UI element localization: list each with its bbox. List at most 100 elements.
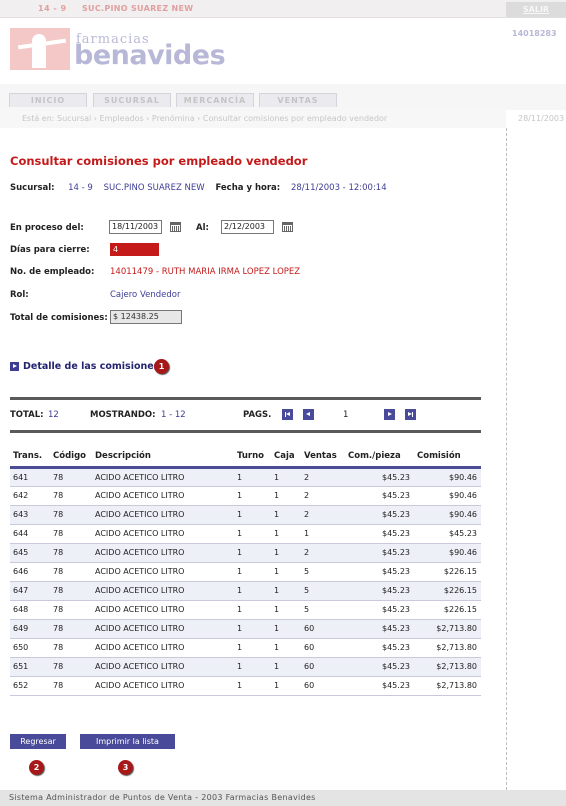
col-com-pieza: Com./pieza <box>348 451 401 462</box>
date-from-field[interactable]: 18/11/2003 <box>109 220 162 234</box>
table-cell: 2 <box>301 467 345 487</box>
tab-mercancia[interactable]: MERCANCÍA <box>176 93 254 107</box>
logo-big-text: benavides <box>74 40 226 71</box>
rule-bottom <box>10 430 481 433</box>
table-cell: $2,713.80 <box>414 676 481 696</box>
total-value: 12 <box>48 410 59 420</box>
table-cell: $45.23 <box>345 676 414 696</box>
current-page: 1 <box>343 410 349 420</box>
table-cell: 1 <box>234 581 271 601</box>
regresar-button[interactable]: Regresar <box>10 734 66 749</box>
calendar-icon[interactable] <box>282 222 293 232</box>
detail-link[interactable]: Detalle de las comisiones <box>10 359 159 373</box>
table-cell: 651 <box>10 657 50 677</box>
table-row: 648 78 ACIDO ACETICO LITRO 1 1 5 $45.23 $226.15 <box>10 600 481 620</box>
total-comisiones-field: $ 12438.25 <box>110 310 182 324</box>
table-cell: $45.23 <box>345 543 414 563</box>
table-cell: $45.23 <box>345 619 414 639</box>
rol-value: Cajero Vendedor <box>110 290 181 300</box>
table-cell: $90.46 <box>414 505 481 525</box>
col-codigo: Código <box>53 451 86 462</box>
table-cell: 78 <box>50 562 92 582</box>
table-cell: 1 <box>271 543 301 563</box>
col-descripcion: Descripción <box>95 451 151 462</box>
date-to-field[interactable]: 2/12/2003 <box>221 220 274 234</box>
table-cell: $45.23 <box>345 524 414 544</box>
table-row: 642 78 ACIDO ACETICO LITRO 1 1 2 $45.23 $90.46 <box>10 486 481 506</box>
table-cell: $90.46 <box>414 467 481 487</box>
table-cell: ACIDO ACETICO LITRO <box>92 486 234 506</box>
first-page-icon[interactable] <box>282 409 293 420</box>
table-cell: 1 <box>271 486 301 506</box>
table-cell: $45.23 <box>345 505 414 525</box>
table-cell: ACIDO ACETICO LITRO <box>92 581 234 601</box>
dias-cierre-field: 4 <box>110 243 159 256</box>
table-cell: 1 <box>271 467 301 487</box>
table-cell: 60 <box>301 619 345 639</box>
table-cell: 649 <box>10 619 50 639</box>
logo: farmacias benavides <box>10 28 226 74</box>
table-cell: 78 <box>50 524 92 544</box>
next-page-icon[interactable] <box>384 409 395 420</box>
sucursal-name: SUC.PINO SUAREZ NEW <box>103 183 205 193</box>
page-title: Consultar comisiones por empleado vended… <box>10 154 308 168</box>
table-cell: 2 <box>301 505 345 525</box>
table-cell: ACIDO ACETICO LITRO <box>92 676 234 696</box>
table-cell: $45.23 <box>345 486 414 506</box>
store-info: Sucursal: 14 - 9 SUC.PINO SUAREZ NEW Fec… <box>10 183 387 193</box>
table-cell: 78 <box>50 638 92 658</box>
pags-label: PAGS. <box>243 410 272 420</box>
mostrando-value: 1 - 12 <box>161 410 186 420</box>
total-label: Total de comisiones: <box>10 313 108 323</box>
prev-page-icon[interactable] <box>303 409 314 420</box>
tab-sucursal[interactable]: SUCURSAL <box>93 93 171 107</box>
table-row: 650 78 ACIDO ACETICO LITRO 1 1 60 $45.23 $2,713… <box>10 638 481 658</box>
tab-inicio[interactable]: INICIO <box>9 93 87 107</box>
table-row: 649 78 ACIDO ACETICO LITRO 1 1 60 $45.23 $2,713… <box>10 619 481 639</box>
table-cell: 78 <box>50 676 92 696</box>
badge-3: 3 <box>118 760 133 775</box>
table-cell: 2 <box>301 543 345 563</box>
sucursal-code: 14 - 9 <box>68 183 93 193</box>
table-header-row: Trans. Código Descripción Turno Caja Ven… <box>10 447 481 467</box>
table-cell: 1 <box>234 543 271 563</box>
table-cell: 648 <box>10 600 50 620</box>
table-cell: ACIDO ACETICO LITRO <box>92 638 234 658</box>
imprimir-button[interactable]: Imprimir la lista <box>80 734 175 749</box>
total-label: TOTAL: <box>10 410 44 420</box>
table-cell: $226.15 <box>414 581 481 601</box>
logout-button[interactable]: SALIR <box>506 2 566 17</box>
col-ventas: Ventas <box>304 451 337 462</box>
pager: TOTAL: 12 MOSTRANDO: 1 - 12 PAGS. 1 <box>10 409 481 423</box>
table-cell: $45.23 <box>345 657 414 677</box>
table-cell: ACIDO ACETICO LITRO <box>92 543 234 563</box>
table-cell: ACIDO ACETICO LITRO <box>92 600 234 620</box>
mostrando-label: MOSTRANDO: <box>90 410 156 420</box>
header-date: 28/11/2003 <box>518 114 565 123</box>
logo-figure-icon <box>10 28 70 70</box>
table-cell: $45.23 <box>345 600 414 620</box>
table-cell: 650 <box>10 638 50 658</box>
table-row: 641 78 ACIDO ACETICO LITRO 1 1 2 $45.23 $90.46 <box>10 467 481 487</box>
table-cell: 78 <box>50 486 92 506</box>
table-cell: 1 <box>271 581 301 601</box>
table-cell: 645 <box>10 543 50 563</box>
table-cell: $45.23 <box>345 562 414 582</box>
detail-label[interactable]: Detalle de las comisiones <box>23 361 159 372</box>
table-cell: 5 <box>301 581 345 601</box>
table-cell: 1 <box>234 562 271 582</box>
empleado-value: 14011479 - RUTH MARIA IRMA LOPEZ LOPEZ <box>110 267 300 277</box>
table-cell: ACIDO ACETICO LITRO <box>92 562 234 582</box>
table-cell: 60 <box>301 638 345 658</box>
table-cell: $45.23 <box>345 467 414 487</box>
table-cell: 1 <box>271 619 301 639</box>
table-row: 644 78 ACIDO ACETICO LITRO 1 1 1 $45.23 $45.23 <box>10 524 481 544</box>
calendar-icon[interactable] <box>170 222 181 232</box>
table-cell: 60 <box>301 657 345 677</box>
table-cell: 1 <box>234 505 271 525</box>
table-cell: 643 <box>10 505 50 525</box>
last-page-icon[interactable] <box>405 409 416 420</box>
table-cell: 1 <box>234 619 271 639</box>
tab-ventas[interactable]: VENTAS <box>259 93 337 107</box>
table-cell: 641 <box>10 467 50 487</box>
